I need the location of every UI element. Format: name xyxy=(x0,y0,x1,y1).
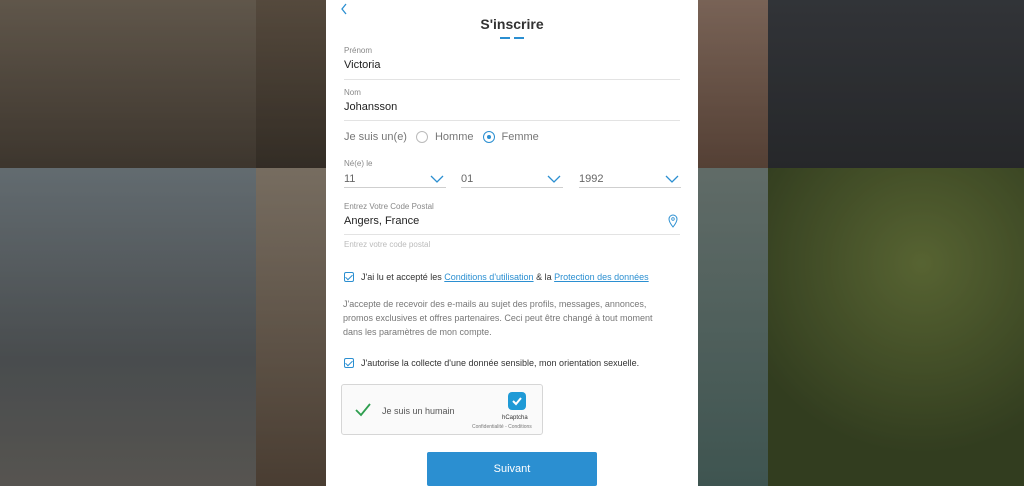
background-photo xyxy=(256,168,326,486)
gender-option-homme[interactable]: Homme xyxy=(435,131,474,143)
hcaptcha-logo-icon xyxy=(508,392,526,410)
chevron-down-icon xyxy=(665,175,679,183)
gender-group: Je suis un(e) Homme Femme xyxy=(344,131,539,143)
birth-month-value: 01 xyxy=(461,172,474,185)
gender-option-femme[interactable]: Femme xyxy=(502,131,539,143)
captcha-widget[interactable]: Je suis un humain hCaptcha Confidentiali… xyxy=(341,384,543,435)
terms-of-use-link[interactable]: Conditions d'utilisation xyxy=(444,272,533,282)
last-name-input[interactable]: Johansson xyxy=(344,101,680,113)
page-title: S'inscrire xyxy=(480,16,544,32)
birth-date-label: Né(e) le xyxy=(344,159,373,168)
first-name-input[interactable]: Victoria xyxy=(344,59,680,71)
captcha-label: Je suis un humain xyxy=(382,406,455,416)
gender-label: Je suis un(e) xyxy=(344,131,407,143)
privacy-link[interactable]: Protection des données xyxy=(554,272,649,282)
location-pin-icon[interactable] xyxy=(668,214,678,228)
background-photo xyxy=(698,0,768,168)
terms-checkbox[interactable] xyxy=(344,272,354,282)
birth-month-select[interactable]: 01 xyxy=(461,170,563,188)
captcha-legal-links[interactable]: Confidentialité - Conditions xyxy=(472,424,532,430)
birth-day-value: 11 xyxy=(344,172,356,185)
postal-code-field[interactable]: Entrez Votre Code Postal Angers, France xyxy=(344,202,680,235)
birth-day-select[interactable]: 11 xyxy=(344,170,446,188)
terms-middle: & la xyxy=(536,272,552,282)
background-photo xyxy=(0,168,256,486)
chevron-down-icon xyxy=(430,175,444,183)
next-button[interactable]: Suivant xyxy=(427,452,597,486)
last-name-label: Nom xyxy=(344,88,361,97)
captcha-brand: hCaptcha xyxy=(502,415,528,421)
background-photo xyxy=(0,0,256,168)
first-name-label: Prénom xyxy=(344,46,373,55)
chevron-down-icon xyxy=(547,175,561,183)
birth-year-select[interactable]: 1992 xyxy=(579,170,681,188)
signup-modal: S'inscrire Prénom Victoria Nom Johansson… xyxy=(326,0,698,486)
background-photo xyxy=(698,168,768,486)
title-underline xyxy=(500,37,524,40)
gender-radio-femme[interactable] xyxy=(482,131,495,143)
promo-consent-text: J'accepte de recevoir des e-mails au suj… xyxy=(343,299,653,337)
terms-checkbox-row: J'ai lu et accepté les Conditions d'util… xyxy=(344,272,649,282)
background-photo xyxy=(256,0,326,168)
background-photo xyxy=(768,168,1024,486)
terms-prefix: J'ai lu et accepté les xyxy=(361,272,442,282)
consent-checkbox[interactable] xyxy=(344,358,354,368)
last-name-field[interactable]: Nom Johansson xyxy=(344,88,680,121)
postal-code-label: Entrez Votre Code Postal xyxy=(344,202,434,211)
terms-text: J'ai lu et accepté les Conditions d'util… xyxy=(361,272,649,282)
gender-radio-homme[interactable] xyxy=(415,131,428,143)
background-photo xyxy=(768,0,1024,168)
first-name-field[interactable]: Prénom Victoria xyxy=(344,46,680,80)
consent-checkbox-row: J'autorise la collecte d'une donnée sens… xyxy=(344,358,639,368)
consent-text: J'autorise la collecte d'une donnée sens… xyxy=(361,358,640,368)
birth-year-value: 1992 xyxy=(579,172,604,185)
postal-code-hint: Entrez votre code postal xyxy=(344,240,431,249)
postal-code-input[interactable]: Angers, France xyxy=(344,215,680,227)
checkmark-icon xyxy=(355,403,371,417)
